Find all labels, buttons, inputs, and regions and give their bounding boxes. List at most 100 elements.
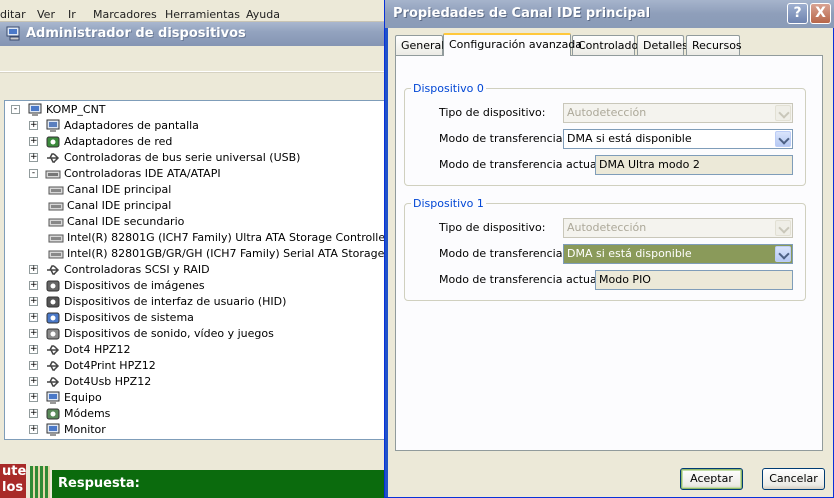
device0-current-label: Modo de transferencia actual: [439,158,604,171]
menu-item-edit[interactable]: ditar [0,8,26,21]
menu-item-view[interactable]: Ver [37,8,55,21]
tab-resources[interactable]: Recursos [686,35,742,55]
modem-icon [46,408,60,420]
dialog-titlebar[interactable]: Propiedades de Canal IDE principal ? X [385,0,834,28]
expand-icon[interactable]: + [29,281,38,290]
device0-group: Dispositivo 0 Tipo de dispositivo: Autod… [404,82,806,186]
ide-properties-dialog: Propiedades de Canal IDE principal ? X G… [384,0,834,498]
tree-item[interactable]: Canal IDE secundario [48,214,385,230]
tree-item[interactable]: + Adaptadores de pantalla [29,118,385,134]
device1-mode-value: DMA si está disponible [567,247,692,260]
expand-icon[interactable]: + [29,137,38,146]
expand-icon[interactable]: + [29,121,38,130]
expand-icon[interactable]: + [29,153,38,162]
tree-item[interactable]: + Adaptadores de red [29,134,385,150]
expand-icon[interactable]: + [29,329,38,338]
tree-item[interactable]: + Dot4 HPZ12 [29,342,385,358]
answer-label: Respuesta: [58,476,140,491]
tree-item-label: Canal IDE principal [67,183,172,196]
device0-mode-select[interactable]: DMA si está disponible [563,129,793,149]
expand-icon[interactable]: + [29,425,38,434]
decorative-pattern [30,466,50,498]
device1-mode-select[interactable]: DMA si está disponible [563,244,793,264]
device1-current-label: Modo de transferencia actual: [439,273,604,286]
tree-item-label: Módems [64,407,111,420]
close-button[interactable]: X [810,3,831,24]
tab-details[interactable]: Detalles [637,35,688,55]
menu-item-go[interactable]: Ir [68,8,76,21]
tree-item[interactable]: Canal IDE principal [48,182,385,198]
dialog-title: Propiedades de Canal IDE principal [393,6,651,21]
chevron-down-icon[interactable] [775,246,791,262]
device0-current-field: DMA Ultra modo 2 [595,155,793,175]
expand-icon[interactable]: + [29,393,38,402]
device1-title: Dispositivo 1 [411,197,486,210]
tree-item-label: Dot4 HPZ12 [64,343,131,356]
expand-icon[interactable]: + [29,313,38,322]
device1-mode-label: Modo de transferencia: [439,247,567,260]
tree-item[interactable]: + Monitor [29,422,385,438]
device-manager-toolbar-2 [0,72,390,98]
device0-title: Dispositivo 0 [411,82,486,95]
tree-item-label: Dispositivos de sistema [64,311,194,324]
tree-item[interactable]: Intel(R) 82801GB/GR/GH (ICH7 Family) Ser… [48,246,389,262]
tree-item-label: Adaptadores de red [64,135,173,148]
expand-icon[interactable]: + [29,361,38,370]
menu-item-bookmarks[interactable]: Marcadores [93,8,157,21]
ide-channel-icon [48,234,64,243]
expand-icon[interactable]: + [29,377,38,386]
tree-item[interactable]: + Dot4Print HPZ12 [29,358,385,374]
tab-panel-advanced: Dispositivo 0 Tipo de dispositivo: Autod… [395,55,823,451]
tree-item[interactable]: - KOMP_CNT [11,102,385,118]
tab-general[interactable]: General [395,35,444,55]
device-tree[interactable]: - KOMP_CNT + Adaptadores de pantalla + Adapta… [4,100,390,440]
collapse-icon[interactable]: - [29,169,38,178]
device0-type-label: Tipo de dispositivo: [439,106,546,119]
tree-item[interactable]: + Controladoras SCSI y RAID [29,262,385,278]
chevron-down-icon[interactable] [775,131,791,147]
tree-item-label: Equipo [64,391,102,404]
collapse-icon[interactable]: - [11,105,20,114]
tree-item[interactable]: + Dot4Usb HPZ12 [29,374,385,390]
ide-channel-icon [48,250,64,259]
tree-item[interactable]: + Módems [29,406,385,422]
menu-item-tools[interactable]: Herramientas [165,8,240,21]
device1-group: Dispositivo 1 Tipo de dispositivo: Autod… [404,197,806,301]
device0-type-select[interactable]: Autodetección [563,103,793,123]
tree-item[interactable]: + Controladoras de bus serie universal (U… [29,150,385,166]
menu-item-help[interactable]: Ayuda [246,8,280,21]
display-adapter-icon [46,119,60,132]
tree-item[interactable]: Canal IDE principal [48,198,385,214]
chevron-down-icon [775,105,791,121]
tree-item[interactable]: + Dispositivos de sistema [29,310,385,326]
tree-item-label: Canal IDE principal [67,199,172,212]
tree-item[interactable]: + Dispositivos de imágenes [29,278,385,294]
tree-item-label: Adaptadores de pantalla [64,119,199,132]
tree-item-label: Controladoras IDE ATA/ATAPI [64,167,221,180]
cancel-button[interactable]: Cancelar [762,468,825,490]
expand-icon[interactable]: + [29,345,38,354]
red-strip-text-2: los [2,480,24,495]
usb-icon [47,361,60,371]
device1-type-select[interactable]: Autodetección [563,218,793,238]
help-button[interactable]: ? [787,3,808,24]
help-icon: ? [793,5,802,21]
tree-item[interactable]: + Dispositivos de interfaz de usuario (HI… [29,294,385,310]
tree-item-label: Dispositivos de imágenes [64,279,205,292]
tree-item[interactable]: Intel(R) 82801G (ICH7 Family) Ultra ATA … [48,230,389,246]
device-manager-title: Administrador de dispositivos [26,26,246,41]
tab-advanced-settings[interactable]: Configuración avanzada [443,33,582,56]
tree-item[interactable]: - Controladoras IDE ATA/ATAPI [29,166,385,182]
ide-channel-icon [48,202,64,211]
tree-item-label: KOMP_CNT [46,103,106,116]
tree-item[interactable]: + Equipo [29,390,385,406]
device1-type-label: Tipo de dispositivo: [439,221,546,234]
tree-item[interactable]: + Dispositivos de sonido, vídeo y juegos [29,326,385,342]
expand-icon[interactable]: + [29,265,38,274]
expand-icon[interactable]: + [29,297,38,306]
ok-button[interactable]: Aceptar [680,468,743,490]
system-device-icon [46,312,60,324]
expand-icon[interactable]: + [29,409,38,418]
tree-item-label: Controladoras de bus serie universal (US… [64,151,301,164]
device0-type-value: Autodetección [567,106,647,119]
